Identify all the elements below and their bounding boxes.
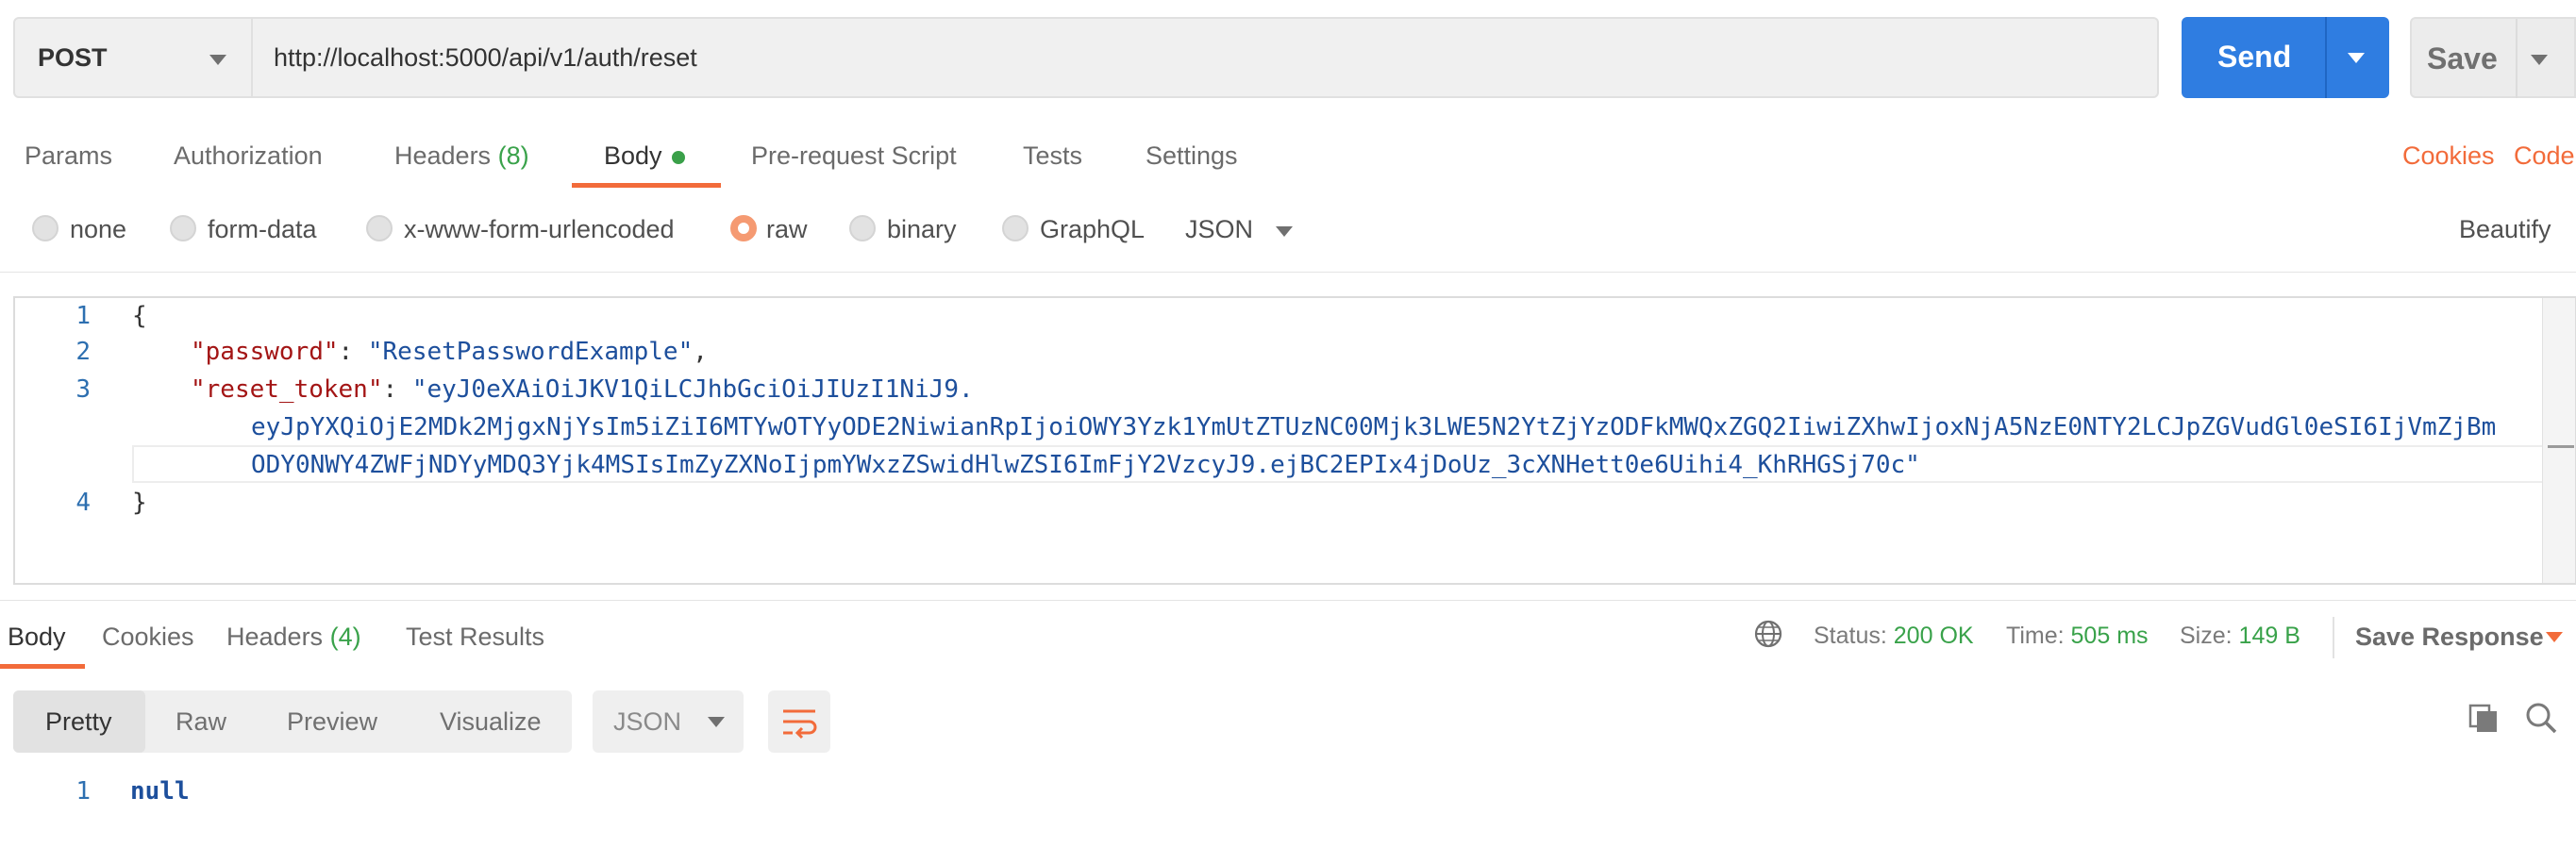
line-number: 3: [75, 375, 91, 404]
response-format-label: JSON: [613, 707, 682, 736]
tab-body[interactable]: Body: [604, 141, 685, 171]
radio-urlencoded[interactable]: [366, 215, 393, 241]
chevron-down-icon[interactable]: [1276, 226, 1293, 237]
response-status: Status: 200 OK: [1814, 623, 1974, 650]
status-label: Status:: [1814, 623, 1887, 649]
url-input[interactable]: http://localhost:5000/api/v1/auth/reset: [253, 17, 2159, 98]
response-tab-cookies[interactable]: Cookies: [102, 623, 194, 652]
tab-authorization-label: Authorization: [174, 141, 323, 170]
code-line-token: "reset_token": "eyJ0eXAiOiJKV1QiLCJhbGci…: [191, 375, 974, 404]
editor-scrollbar-thumb[interactable]: [2548, 445, 2574, 448]
wrap-lines-icon: [783, 709, 817, 739]
response-line-number: 1: [75, 777, 91, 806]
response-tab-body[interactable]: Body: [8, 623, 66, 652]
body-format-select[interactable]: JSON: [1185, 215, 1253, 244]
cookies-link[interactable]: Cookies: [2402, 141, 2495, 171]
response-active-underline: [0, 664, 85, 669]
password-key: "password": [191, 338, 339, 366]
save-divider: [2516, 19, 2517, 98]
tab-tests-label: Tests: [1023, 141, 1083, 170]
send-label: Send: [2217, 40, 2292, 74]
time-value: 505 ms: [2070, 623, 2149, 649]
code-brace-close: }: [132, 489, 147, 517]
tab-settings-label: Settings: [1146, 141, 1238, 170]
tab-params[interactable]: Params: [25, 141, 112, 171]
code-line-password: "password": "ResetPasswordExample",: [191, 338, 708, 366]
response-view-toggle: Pretty Raw Preview Visualize: [13, 690, 572, 753]
send-button[interactable]: Send: [2182, 17, 2389, 98]
response-format-select[interactable]: JSON: [593, 690, 744, 753]
line-number: 4: [75, 489, 91, 517]
status-divider: [2333, 617, 2334, 658]
section-divider: [0, 272, 2576, 273]
active-tab-underline: [572, 183, 721, 188]
headers-count: (8): [497, 141, 529, 170]
password-value: "ResetPasswordExample": [367, 338, 694, 366]
radio-graphql-label: GraphQL: [1040, 215, 1146, 243]
radio-graphql[interactable]: [1002, 215, 1029, 241]
tab-headers[interactable]: Headers (8): [394, 141, 529, 171]
save-response-button[interactable]: Save Response: [2355, 623, 2544, 652]
method-select[interactable]: POST: [13, 17, 253, 98]
tab-body-label: Body: [604, 141, 662, 170]
response-headers-count: (4): [329, 623, 361, 651]
token-key: "reset_token": [191, 375, 383, 404]
send-divider: [2325, 17, 2327, 98]
size-value: 149 B: [2238, 623, 2300, 649]
response-tab-test-results[interactable]: Test Results: [406, 623, 544, 652]
method-label: POST: [38, 43, 108, 72]
save-response-chevron-icon[interactable]: [2546, 632, 2563, 642]
tab-pre-request-script[interactable]: Pre-request Script: [751, 141, 957, 171]
line-number: 2: [75, 338, 91, 366]
radio-none[interactable]: [32, 215, 59, 241]
tab-pre-request-label: Pre-request Script: [751, 141, 957, 170]
tab-authorization[interactable]: Authorization: [174, 141, 323, 171]
search-icon[interactable]: [2523, 700, 2559, 736]
save-button[interactable]: Save: [2410, 17, 2576, 98]
response-headers-label: Headers: [226, 623, 324, 651]
size-label: Size:: [2180, 623, 2233, 649]
response-time: Time: 505 ms: [2006, 623, 2149, 650]
copy-icon[interactable]: [2467, 702, 2501, 736]
radio-raw-label: raw: [766, 215, 808, 243]
time-label: Time:: [2006, 623, 2065, 649]
view-preview[interactable]: Preview: [287, 707, 377, 737]
url-text: http://localhost:5000/api/v1/auth/reset: [274, 43, 697, 72]
view-pretty[interactable]: Pretty: [45, 707, 112, 737]
radio-form-data-label: form-data: [208, 215, 317, 243]
save-label: Save: [2427, 42, 2498, 75]
chevron-down-icon: [209, 55, 226, 65]
radio-binary-label: binary: [887, 215, 957, 243]
response-divider: [0, 600, 2576, 601]
status-value: 200 OK: [1893, 623, 1974, 649]
beautify-link[interactable]: Beautify: [2459, 215, 2551, 244]
tab-tests[interactable]: Tests: [1023, 141, 1082, 171]
tab-settings[interactable]: Settings: [1146, 141, 1238, 171]
radio-raw[interactable]: [730, 215, 757, 241]
code-brace-open: {: [132, 302, 147, 330]
radio-none-label: none: [70, 215, 127, 243]
editor-scrollbar[interactable]: [2542, 298, 2575, 583]
chevron-down-icon: [708, 717, 725, 727]
code-link[interactable]: Code: [2514, 141, 2575, 171]
save-options-chevron-icon[interactable]: [2531, 55, 2548, 65]
body-indicator-dot: [671, 150, 685, 164]
tab-headers-label: Headers: [394, 141, 492, 170]
wrap-lines-button[interactable]: [768, 690, 830, 753]
view-visualize[interactable]: Visualize: [440, 707, 542, 737]
radio-binary[interactable]: [849, 215, 876, 241]
line-number: 1: [75, 302, 91, 330]
view-raw[interactable]: Raw: [176, 707, 226, 737]
radio-urlencoded-label: x-www-form-urlencoded: [404, 215, 675, 243]
tab-params-label: Params: [25, 141, 113, 170]
response-tab-headers[interactable]: Headers (4): [226, 623, 361, 652]
token-value-3: ODY0NWY4ZWFjNDYyMDQ3Yjk4MSIsImZyZXNoIjpm…: [251, 451, 1920, 479]
radio-form-data[interactable]: [170, 215, 196, 241]
response-size: Size: 149 B: [2180, 623, 2300, 650]
send-options-chevron-icon[interactable]: [2348, 53, 2365, 63]
token-value-2: eyJpYXQiOjE2MDk2MjgxNjYsIm5iZiI6MTYwOTYy…: [251, 413, 2497, 441]
response-body-null: null: [130, 777, 190, 806]
token-value-1: "eyJ0eXAiOiJKV1QiLCJhbGciOiJIUzI1NiJ9.: [411, 375, 974, 404]
globe-icon[interactable]: [1753, 619, 1783, 649]
